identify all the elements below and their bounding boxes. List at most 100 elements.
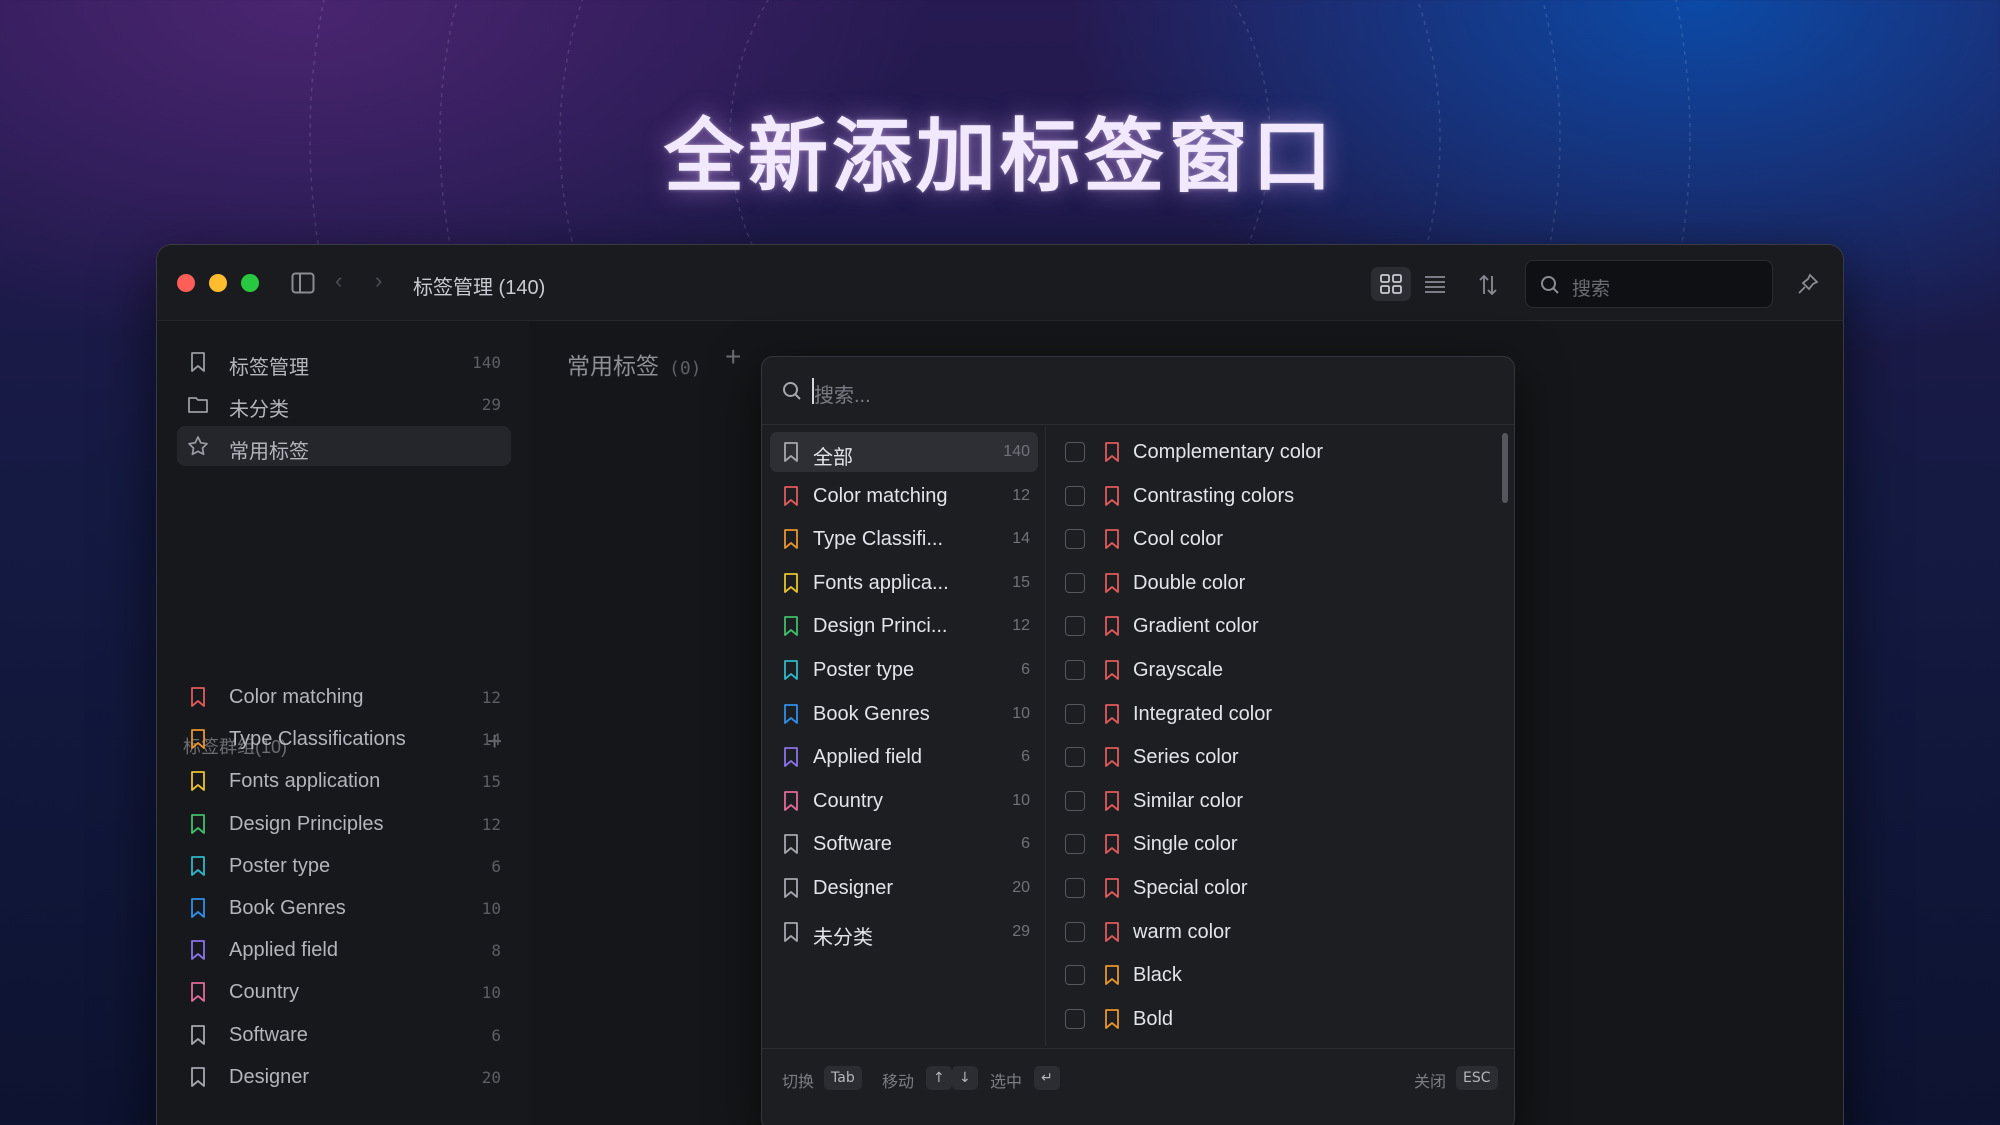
sidebar-toggle-icon[interactable] <box>291 272 315 294</box>
bookmark-icon <box>191 771 205 792</box>
tag-list-scrollbar[interactable] <box>1502 433 1508 503</box>
bookmark-icon <box>191 982 205 1003</box>
bookmark-icon <box>1105 442 1119 462</box>
group-label: Country <box>229 981 300 1004</box>
tag-item[interactable]: Cool color <box>1063 519 1493 559</box>
tag-item[interactable]: Grayscale <box>1063 650 1493 690</box>
category-count: 15 <box>1012 573 1030 591</box>
group-label: Design Principles <box>229 812 384 835</box>
tag-checkbox[interactable] <box>1065 529 1085 550</box>
tag-checkbox[interactable] <box>1065 660 1085 680</box>
sidebar-group-item[interactable]: Design Principles 12 <box>177 804 511 844</box>
sort-button[interactable] <box>1467 267 1507 301</box>
tag-checkbox[interactable] <box>1065 703 1085 724</box>
tag-item[interactable]: Single color <box>1063 824 1493 864</box>
category-item[interactable]: Type Classifi... 14 <box>770 519 1038 559</box>
tag-checkbox[interactable] <box>1065 572 1085 593</box>
category-item[interactable]: Designer 20 <box>770 868 1038 908</box>
sidebar-group-item[interactable]: Fonts application 15 <box>177 761 511 801</box>
tag-item[interactable]: Integrated color <box>1063 694 1493 734</box>
sidebar-group-item[interactable]: Country 10 <box>177 972 511 1012</box>
add-tag-popup: 搜索... 全部 140 Color matching 12 Type Classifi… <box>761 356 1515 1125</box>
bookmark-icon <box>1105 790 1119 811</box>
sidebar-group-item[interactable]: Designer 20 <box>177 1057 511 1097</box>
sidebar-item-tag-management[interactable]: 标签管理 140 <box>177 342 511 382</box>
grid-view-button[interactable] <box>1371 267 1411 301</box>
tab-key-hint: Tab <box>824 1066 862 1090</box>
minimize-window-button[interactable] <box>209 274 227 292</box>
category-item[interactable]: Design Princi... 12 <box>770 606 1038 646</box>
tag-item[interactable]: warm color <box>1063 912 1493 952</box>
list-view-button[interactable] <box>1415 267 1455 301</box>
tag-item[interactable]: Gradient color <box>1063 606 1493 646</box>
category-count: 10 <box>1012 704 1030 722</box>
tag-checkbox[interactable] <box>1065 442 1085 462</box>
sidebar-item-label: 标签管理 <box>229 357 309 379</box>
back-icon[interactable]: ‹ <box>335 268 342 294</box>
tag-checkbox[interactable] <box>1065 921 1085 942</box>
tag-checkbox[interactable] <box>1065 878 1085 898</box>
tag-item[interactable]: Series color <box>1063 737 1493 777</box>
sidebar-group-item[interactable]: Applied field 8 <box>177 930 511 970</box>
popup-search-input[interactable]: 搜索... <box>762 357 1514 425</box>
close-window-button[interactable] <box>177 274 195 292</box>
pin-icon[interactable] <box>1797 273 1819 295</box>
bookmark-icon <box>784 790 798 811</box>
tag-checkbox[interactable] <box>1065 747 1085 768</box>
group-count: 12 <box>481 814 501 834</box>
tag-label: Special color <box>1133 877 1248 899</box>
tag-label: warm color <box>1133 920 1231 943</box>
category-item[interactable]: Applied field 6 <box>770 737 1038 777</box>
zoom-window-button[interactable] <box>241 274 259 292</box>
group-label: Software <box>229 1023 308 1046</box>
tag-checkbox[interactable] <box>1065 965 1085 986</box>
category-item[interactable]: Poster type 6 <box>770 650 1038 690</box>
bookmark-icon <box>784 921 798 942</box>
tag-item[interactable]: Double color <box>1063 563 1493 603</box>
group-label: Fonts application <box>229 770 381 793</box>
sort-icon <box>1479 274 1497 296</box>
tag-item[interactable]: Black <box>1063 955 1493 995</box>
tag-label: Integrated color <box>1133 702 1272 725</box>
category-item[interactable]: 未分类 29 <box>770 912 1038 952</box>
tag-item[interactable]: Complementary color <box>1063 432 1493 472</box>
sidebar-group-item[interactable]: Book Genres 10 <box>177 888 511 928</box>
category-item[interactable]: Book Genres 10 <box>770 694 1038 734</box>
category-item[interactable]: Software 6 <box>770 824 1038 864</box>
sidebar-group-item[interactable]: Color matching 12 <box>177 677 511 717</box>
tag-checkbox[interactable] <box>1065 616 1085 637</box>
group-label: Type Classifications <box>229 728 406 751</box>
bookmark-icon <box>191 898 205 918</box>
tag-checkbox[interactable] <box>1065 790 1085 811</box>
category-item[interactable]: Country 10 <box>770 781 1038 821</box>
esc-key-hint[interactable]: ESC <box>1456 1066 1498 1090</box>
tag-checkbox[interactable] <box>1065 834 1085 855</box>
category-item[interactable]: Color matching 12 <box>770 476 1038 516</box>
bookmark-icon <box>1105 965 1119 986</box>
category-label: Type Classifi... <box>813 528 944 551</box>
sidebar-item-uncategorized[interactable]: 未分类 29 <box>177 384 511 424</box>
category-label: Country <box>813 789 884 812</box>
search-placeholder: 搜索 <box>1572 279 1611 300</box>
category-item[interactable]: Fonts applica... 15 <box>770 563 1038 603</box>
category-label: Software <box>813 833 892 856</box>
tag-item[interactable]: Similar color <box>1063 781 1493 821</box>
forward-icon[interactable]: › <box>375 268 382 294</box>
tag-checkbox[interactable] <box>1065 485 1085 506</box>
tag-item[interactable]: Bold <box>1063 999 1493 1039</box>
footer-move-label: 移动 <box>882 1074 915 1091</box>
sidebar-group-item[interactable]: Type Classifications 14 <box>177 719 511 759</box>
sidebar-item-favorite-tags[interactable]: 常用标签 <box>177 426 511 466</box>
tag-label: Double color <box>1133 571 1246 594</box>
bookmark-icon <box>784 747 798 768</box>
window-search-input[interactable]: 搜索 <box>1525 260 1773 308</box>
category-item[interactable]: 全部 140 <box>770 432 1038 472</box>
tag-item[interactable]: Special color <box>1063 868 1493 908</box>
tag-checkbox[interactable] <box>1065 1008 1085 1029</box>
sidebar-group-item[interactable]: Poster type 6 <box>177 846 511 886</box>
add-favorite-tag-icon[interactable]: + <box>725 341 741 373</box>
sidebar-group-item[interactable]: Software 6 <box>177 1015 511 1055</box>
bookmark-icon <box>784 703 798 724</box>
category-count: 140 <box>1003 443 1030 460</box>
tag-item[interactable]: Contrasting colors <box>1063 476 1493 516</box>
